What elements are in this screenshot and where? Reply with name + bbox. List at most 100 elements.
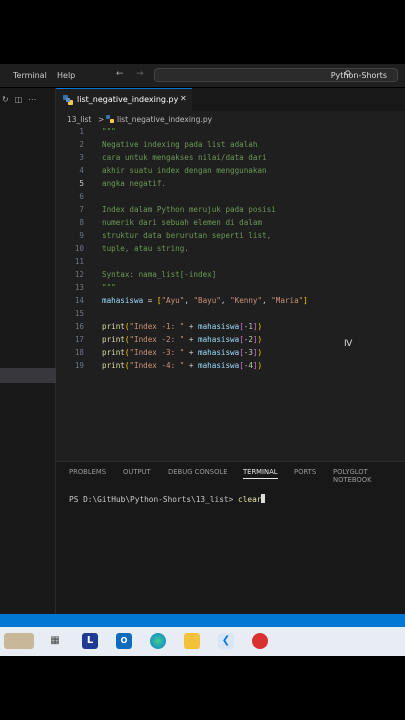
editor-tab-bar: list_negative_indexing.py ✕ [56,88,405,111]
python-file-icon [63,95,73,105]
code-text: Syntax: nama_list[-index] [102,270,216,279]
code-token: -2 [243,335,253,344]
terminal-command: clear [238,495,262,504]
code-token: print [102,322,125,331]
code-line[interactable]: 14 mahasiswa = ["Ayu", "Bayu", "Kenny", "… [56,296,405,309]
menu-terminal[interactable]: Terminal [13,71,47,80]
linkedin-learning-icon[interactable]: L [82,633,98,649]
code-line[interactable]: 3 cara untuk mengakses nilai/data dari [56,153,405,166]
code-token: "Kenny" [230,296,263,305]
title-bar: Terminal Help ← → ⚲ Python-Shorts [0,64,405,87]
code-line[interactable]: 7 Index dalam Python merujuk pada posisi [56,205,405,218]
sidebar-selected-item[interactable] [0,368,56,383]
panel-tab[interactable]: DEBUG CONSOLE [168,468,228,476]
breadcrumb-folder[interactable]: 13_list [67,115,91,124]
breadcrumb: 13_list > list_negative_indexing.py [56,111,405,127]
back-arrow-icon[interactable]: ← [116,69,124,79]
code-line[interactable]: 16 print("Index -1: " + mahasiswa[-1]) [56,322,405,335]
code-line[interactable]: 11 [56,257,405,270]
vscode-icon[interactable]: ❮ [218,633,234,649]
code-token: cara untuk mengakses nilai/data dari [102,153,267,162]
terminal-cursor [261,494,266,503]
line-number: 1 [79,127,84,136]
ladybug-app-icon[interactable] [252,633,268,649]
line-number: 8 [79,218,84,227]
line-number: 9 [79,231,84,240]
code-line[interactable]: 10 tuple, atau string. [56,244,405,257]
refresh-icon[interactable]: ↻ [2,95,15,104]
code-token: angka negatif. [102,179,167,188]
code-line[interactable]: 13 """ [56,283,405,296]
line-number: 13 [74,283,84,292]
mouse-ibeam-cursor-icon: Ⅳ [344,339,353,349]
explorer-sidebar: ↻◫⋯ [0,88,56,614]
landmark-icon[interactable] [4,633,34,649]
line-number: 10 [74,244,84,253]
code-token: , [262,296,272,305]
code-token: -1 [243,322,253,331]
code-token: = [143,296,157,305]
code-text: print("Index -4: " + mahasiswa[-4]) [102,361,262,370]
code-text: cara untuk mengakses nilai/data dari [102,153,267,162]
code-line[interactable]: 19 print("Index -4: " + mahasiswa[-4]) [56,361,405,374]
line-number: 15 [74,309,84,318]
code-token: Index dalam Python merujuk pada posisi [102,205,276,214]
panel-tab[interactable]: POLYGLOT NOTEBOOK [333,468,405,484]
status-bar [0,614,405,627]
tab-list-negative-indexing[interactable]: list_negative_indexing.py ✕ [56,88,192,111]
code-token: -3 [243,348,253,357]
code-token: + [184,322,199,331]
code-line[interactable]: 1 """ [56,127,405,140]
code-token: """ [102,283,116,292]
code-token: print [102,335,125,344]
file-explorer-icon[interactable] [184,633,200,649]
code-token: print [102,361,125,370]
code-token: "Ayu" [161,296,185,305]
code-token: Negative indexing pada list adalah [102,140,258,149]
code-token: mahasiswa [198,361,240,370]
code-token: print [102,348,125,357]
code-text: angka negatif. [102,179,166,188]
code-editor[interactable]: 1 """ 2 Negative indexing pada list adalah 3… [56,127,405,461]
panel-tab[interactable]: PORTS [294,468,316,476]
code-text: tuple, atau string. [102,244,189,253]
menu-help[interactable]: Help [57,71,75,80]
command-center-search[interactable]: ⚲ Python-Shorts [154,68,398,82]
panel-tab[interactable]: TERMINAL [243,468,278,479]
outlook-icon[interactable]: O [116,633,132,649]
code-token: mahasiswa [198,348,240,357]
code-line[interactable]: 9 struktur data berurutan seperti list, [56,231,405,244]
code-line[interactable]: 18 print("Index -3: " + mahasiswa[-3]) [56,348,405,361]
close-icon[interactable]: ✕ [180,94,187,103]
search-label: Python-Shorts [330,71,387,80]
panel-tab[interactable]: PROBLEMS [69,468,106,476]
code-line[interactable]: 15 [56,309,405,322]
forward-arrow-icon[interactable]: → [136,69,144,79]
code-text: numerik dari sebuah elemen di dalam [102,218,262,227]
code-line[interactable]: 2 Negative indexing pada list adalah [56,140,405,153]
code-line[interactable]: 5 angka negatif. [56,179,405,192]
line-number: 4 [79,166,84,175]
line-number: 14 [74,296,84,305]
terminal-line[interactable]: PS D:\GitHub\Python-Shorts\13_list> clea… [69,494,266,504]
panel-tab[interactable]: OUTPUT [123,468,151,476]
edge-icon[interactable] [150,633,166,649]
code-token: Syntax: nama_list[-index] [102,270,217,279]
line-number: 11 [74,257,84,266]
breadcrumb-file[interactable]: list_negative_indexing.py [117,115,212,124]
code-line[interactable]: 17 print("Index -2: " + mahasiswa[-2]) [56,335,405,348]
code-text: """ [102,127,116,136]
code-token: "Index -4: " [129,361,185,370]
code-line[interactable]: 4 akhir suatu index dengan menggunakan [56,166,405,179]
code-token: + [184,361,199,370]
code-token: + [184,348,199,357]
code-text: """ [102,283,116,292]
more-icon[interactable]: ⋯ [28,95,42,104]
code-line[interactable]: 8 numerik dari sebuah elemen di dalam [56,218,405,231]
task-view-icon[interactable]: ▦ [47,633,63,649]
line-number: 3 [79,153,84,162]
code-line[interactable]: 12 Syntax: nama_list[-index] [56,270,405,283]
code-token: mahasiswa [198,335,240,344]
code-line[interactable]: 6 [56,192,405,205]
collapse-icon[interactable]: ◫ [15,95,29,104]
